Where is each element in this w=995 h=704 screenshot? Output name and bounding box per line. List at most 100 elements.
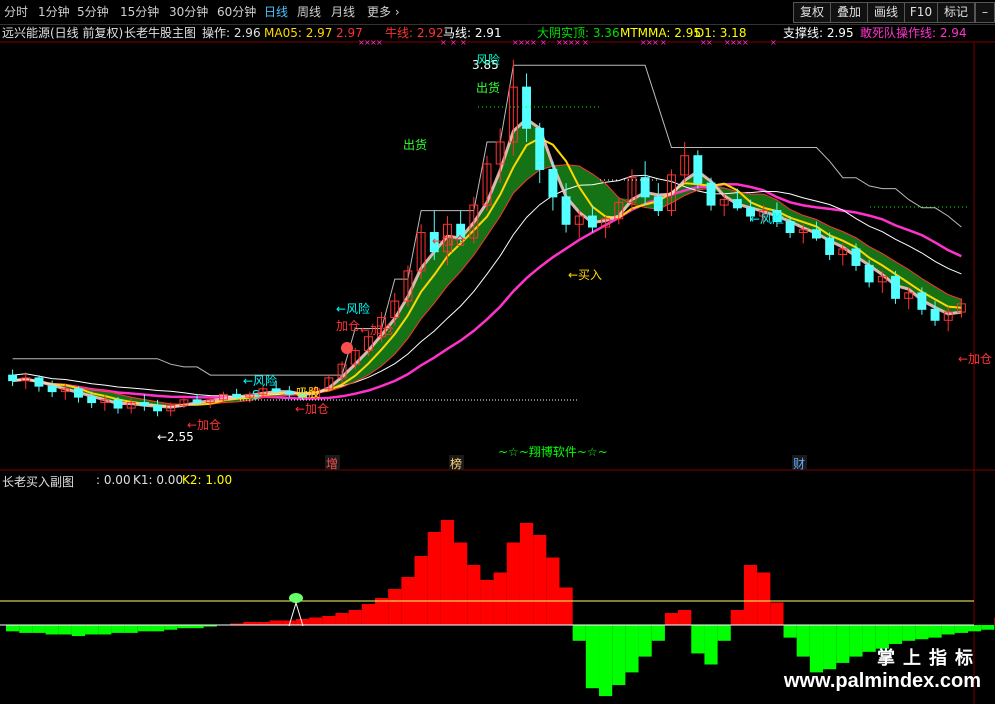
sell-label-mid: 出货: [403, 137, 427, 152]
sub-hist-bar: [770, 602, 784, 625]
sub-hist-bar: [467, 565, 481, 625]
sub-hist-bar: [45, 625, 59, 635]
watermark-url: www.palmindex.com: [783, 670, 981, 692]
sub-hist-bar: [678, 610, 692, 625]
signal-ball-icon: [341, 342, 353, 354]
signal-x-mark: ×: [450, 38, 457, 47]
sub-hist-bar: [124, 625, 138, 633]
sub-hist-bar: [19, 625, 33, 633]
candle-body: [522, 86, 531, 129]
candle-body: [284, 391, 294, 395]
sub-hist-bar: [493, 572, 507, 625]
candle-body: [587, 215, 597, 228]
sub-hist-bar: [928, 625, 942, 638]
sub-hist-bar: [599, 625, 613, 697]
candle-body: [192, 399, 202, 404]
candle-body: [864, 264, 874, 283]
sub-hist-bar: [638, 625, 652, 657]
risk-label-low: ←风险: [243, 373, 277, 388]
watermark: 掌上指标 www.palmindex.com: [784, 644, 981, 693]
candle-body: [693, 155, 703, 184]
signal-x-mark: ×: [742, 38, 749, 47]
sub-hist-bar: [71, 625, 86, 637]
candle-body: [785, 221, 795, 234]
sub-hist-bar: [480, 580, 494, 625]
sub-hist-bar: [58, 625, 72, 635]
candle-body: [8, 374, 18, 382]
s-marker-label: S: [252, 388, 260, 402]
sub-hist-bar: [968, 625, 982, 632]
sub-hist-bar: [427, 532, 441, 625]
signal-x-mark: ×: [582, 38, 589, 47]
sub-hist-bar: [743, 565, 758, 625]
sub-hist-bar: [150, 625, 165, 632]
add-label-mid: 加仓: [336, 319, 360, 333]
risk-label-top: 风险: [476, 52, 500, 67]
sub-hist-bar: [137, 625, 151, 632]
sub-hist-bar: [612, 625, 626, 686]
risk-label-right: ←风险: [750, 211, 784, 226]
risk-label-mid: ←风险: [336, 301, 370, 316]
signal-x-mark: ×: [460, 38, 467, 47]
sub-hist-bar: [572, 625, 586, 641]
signal-x-mark: ×: [706, 38, 713, 47]
sub-hist-bar: [335, 613, 349, 625]
add-position-label-1: ←加仓: [432, 234, 466, 248]
sub-hist-bar: [374, 598, 389, 625]
candle-body: [87, 396, 97, 404]
candle-body: [561, 196, 571, 225]
signal-x-mark: ×: [530, 38, 537, 47]
candle-body: [153, 404, 163, 412]
sub-hist-bar: [717, 625, 731, 641]
sub-hist-bar: [625, 625, 639, 673]
event-marker-1: 榜: [450, 456, 462, 471]
sub-hist-bar: [704, 625, 718, 665]
candle-body: [811, 229, 821, 239]
sub-hist-bar: [546, 557, 560, 625]
sub-k1: K1: 0.00: [133, 473, 184, 487]
sub-hist-bar: [954, 625, 968, 633]
event-marker-0: 增: [326, 457, 338, 471]
sub-hist-bar: [981, 625, 995, 630]
candle-body: [271, 388, 281, 393]
sub-k2: K2: 1.00: [182, 473, 233, 487]
sub-hist-bar: [111, 625, 125, 633]
absorb-label: 吸股: [296, 386, 320, 400]
sub-hist-bar: [164, 625, 178, 630]
vendor-credit-label: ~☆~翔博软件~☆~: [498, 444, 608, 459]
signal-x-mark: ×: [652, 38, 659, 47]
candle-body: [653, 196, 663, 212]
sub-hist-bar: [533, 535, 547, 625]
sub-hist-bar: [585, 625, 600, 689]
candle-body: [548, 168, 558, 198]
sub-hist-bar: [85, 625, 99, 635]
buy-label: ←买入: [568, 268, 602, 282]
sub-hist-bar: [559, 587, 573, 625]
candle-body: [825, 237, 835, 255]
chart-canvas[interactable]: 3.85风险出货出货←加仓←风险←买入←风险加仓 ←加仓←风险吸股S←加仓←加仓←…: [0, 0, 995, 704]
sub-hist-bar: [757, 572, 771, 625]
sub-hist-bar: [98, 625, 112, 635]
candle-body: [113, 399, 123, 409]
signal-x-mark: ×: [660, 38, 667, 47]
sub-hist-bar: [348, 610, 362, 625]
sub-hist-bar: [691, 625, 705, 654]
signal-x-mark: ×: [770, 38, 777, 47]
low-price-label: ←2.55: [157, 430, 194, 444]
sell-label-top: 出货: [476, 80, 500, 95]
sub-hist-bar: [440, 520, 455, 625]
signal-x-mark: ×: [376, 38, 383, 47]
candle-body: [930, 308, 940, 321]
sub-hist-bar: [269, 620, 283, 625]
add-position-label-2: ←加仓: [360, 323, 394, 337]
sub-hist-bar: [32, 625, 46, 633]
sub-hist-bar: [454, 542, 468, 625]
sub-hist-bar: [902, 625, 916, 641]
signal-x-mark: ×: [574, 38, 581, 47]
candle-body: [139, 402, 149, 406]
candle-body: [535, 127, 545, 170]
sub-hist-bar: [651, 625, 665, 641]
sub-value: : 0.00: [96, 473, 131, 487]
sub-hist-bar: [941, 625, 955, 635]
sub-hist-bar: [309, 617, 323, 625]
